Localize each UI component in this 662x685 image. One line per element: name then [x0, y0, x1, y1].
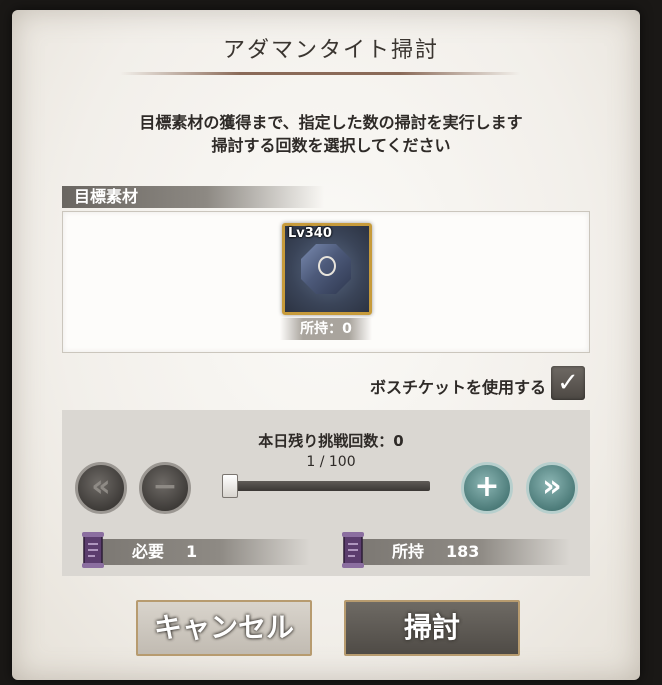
plus-button[interactable]: +: [461, 462, 513, 514]
required-label: 必要: [132, 542, 165, 561]
remaining-attempts: 本日残り挑戦回数：0: [258, 432, 404, 450]
target-item-slot[interactable]: Lv340: [282, 223, 372, 315]
scroll-icon: [342, 532, 364, 568]
owned-value: 183: [446, 542, 480, 561]
sweep-count-slider-thumb[interactable]: [222, 474, 238, 498]
sweep-button[interactable]: 掃討: [344, 600, 520, 656]
sweep-count-slider-track[interactable]: [222, 481, 430, 491]
min-button[interactable]: «: [75, 462, 127, 514]
item-level: Lv340: [288, 226, 332, 241]
gem-ring-icon: [318, 256, 336, 276]
owned-label: 所持: [392, 542, 425, 561]
minus-button[interactable]: −: [139, 462, 191, 514]
max-button[interactable]: »: [526, 462, 578, 514]
cancel-button[interactable]: キャンセル: [136, 600, 312, 656]
target-owned-count: 所持：0: [280, 318, 372, 340]
boss-ticket-label: ボスチケットを使用する: [369, 378, 546, 397]
scroll-icon: [82, 532, 104, 568]
target-section-label: 目標素材: [62, 186, 324, 208]
boss-ticket-checkbox[interactable]: ✓: [551, 366, 585, 400]
title-divider: [120, 72, 520, 75]
required-resource-bar: 必要 1: [84, 539, 310, 565]
dialog-title: アダマンタイト掃討: [222, 38, 439, 63]
description-line-1: 目標素材の獲得まで、指定した数の掃討を実行します: [139, 113, 523, 132]
required-value: 1: [186, 542, 198, 561]
owned-resource-bar: 所持 183: [344, 539, 570, 565]
description-line-2: 掃討する回数を選択してください: [211, 136, 451, 155]
